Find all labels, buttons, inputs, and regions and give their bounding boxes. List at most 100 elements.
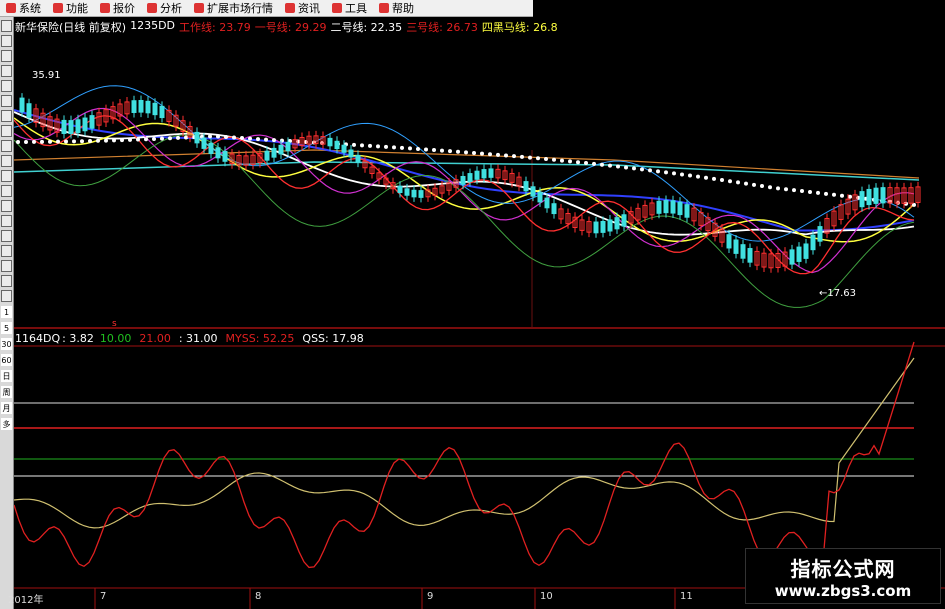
candle-body bbox=[68, 120, 74, 135]
fs-icon[interactable] bbox=[1, 290, 12, 302]
band-lower bbox=[14, 134, 915, 308]
candle-body bbox=[859, 191, 865, 208]
dot-marker bbox=[536, 156, 540, 161]
candle-body bbox=[285, 141, 291, 152]
candle-body bbox=[474, 170, 480, 180]
dot-marker bbox=[848, 194, 852, 199]
line-value: 23.79 bbox=[215, 21, 251, 34]
header-line-2: 二号线: 22.35 bbox=[330, 19, 406, 34]
period-button[interactable]: 60 bbox=[1, 354, 12, 366]
indicator-header: 1164DQ : 3.82 10.00 21.00: 31.00 MYSS: 52.… bbox=[15, 332, 372, 346]
candle-body bbox=[747, 248, 753, 263]
dot-marker bbox=[488, 152, 492, 157]
bar-icon[interactable] bbox=[1, 170, 12, 182]
candle-body bbox=[467, 173, 473, 182]
lower-param: MYSS: 52.25 bbox=[225, 332, 295, 345]
candle-body bbox=[404, 188, 410, 196]
zoom-icon[interactable] bbox=[1, 35, 12, 47]
list-icon[interactable] bbox=[1, 125, 12, 137]
rsi-icon[interactable] bbox=[1, 260, 12, 272]
candle-body bbox=[341, 144, 347, 153]
book-icon[interactable] bbox=[1, 230, 12, 242]
dot-marker bbox=[96, 138, 100, 143]
box-icon[interactable] bbox=[1, 95, 12, 107]
candle-body bbox=[215, 147, 221, 159]
dot-marker bbox=[640, 167, 644, 172]
cross-icon[interactable] bbox=[1, 185, 12, 197]
dot-marker bbox=[824, 191, 828, 196]
dot-marker bbox=[800, 189, 804, 194]
candle-body bbox=[152, 102, 158, 116]
dot-marker bbox=[256, 137, 260, 142]
high-label: 35.91 bbox=[32, 70, 61, 81]
dot-marker bbox=[216, 134, 220, 139]
candle-body bbox=[873, 187, 879, 204]
candle-body bbox=[411, 189, 417, 198]
pie-icon[interactable] bbox=[1, 200, 12, 212]
dot-marker bbox=[720, 178, 724, 183]
vol-icon[interactable] bbox=[1, 275, 12, 287]
dot-marker bbox=[832, 192, 836, 197]
period-button[interactable]: 多 bbox=[1, 418, 12, 430]
low-label: ←17.63 bbox=[819, 288, 856, 299]
lower-param: QSS: 17.98 bbox=[302, 332, 364, 345]
dot-marker bbox=[448, 149, 452, 154]
dot-marker bbox=[784, 187, 788, 192]
period-button[interactable]: 1 bbox=[1, 306, 12, 318]
dot-marker bbox=[360, 143, 364, 148]
price-header: 新华保险(日线 前复权) 1235DD 工作线: 23.79 一号线: 29.29… bbox=[15, 19, 562, 34]
dot-marker bbox=[648, 168, 652, 173]
candle-body bbox=[607, 219, 613, 232]
star-icon[interactable] bbox=[1, 215, 12, 227]
candle-body bbox=[656, 200, 662, 214]
price-chart: 35.91 ←17.63 s bbox=[14, 70, 945, 609]
period-button[interactable]: 日 bbox=[1, 370, 12, 382]
line-label: 二号线: bbox=[330, 21, 368, 34]
dot-marker bbox=[664, 170, 668, 175]
ma-magenta bbox=[14, 107, 915, 274]
line-value: 29.29 bbox=[291, 21, 327, 34]
candle-body bbox=[278, 144, 284, 155]
line-label: 三号线: bbox=[406, 21, 443, 34]
dot-marker bbox=[680, 172, 684, 177]
dot-marker bbox=[760, 184, 764, 189]
line-label: 一号线: bbox=[254, 21, 292, 34]
dot-marker bbox=[232, 135, 236, 140]
dot-marker bbox=[224, 134, 228, 139]
dot-marker bbox=[408, 146, 412, 151]
period-button[interactable]: 30 bbox=[1, 338, 12, 350]
dot-marker bbox=[272, 138, 276, 143]
chart-icon[interactable] bbox=[1, 110, 12, 122]
line-icon[interactable] bbox=[1, 50, 12, 62]
period-button[interactable]: 周 bbox=[1, 386, 12, 398]
calc-icon[interactable] bbox=[1, 245, 12, 257]
candle-body bbox=[138, 99, 144, 113]
candle-body bbox=[614, 217, 620, 230]
myss-line bbox=[14, 341, 915, 569]
lower-indicator-name: 1164DQ bbox=[15, 332, 61, 345]
flag-icon[interactable] bbox=[1, 140, 12, 152]
cursor-icon[interactable] bbox=[1, 20, 12, 32]
dot-marker bbox=[72, 139, 76, 144]
candle-body bbox=[684, 204, 690, 218]
period-button[interactable]: 5 bbox=[1, 322, 12, 334]
dot-marker bbox=[376, 144, 380, 149]
candle-body bbox=[82, 117, 88, 132]
dot-marker bbox=[568, 159, 572, 164]
dot-marker bbox=[240, 136, 244, 141]
qss-line bbox=[14, 357, 915, 529]
dot-marker bbox=[16, 139, 20, 144]
candle-body bbox=[789, 249, 795, 265]
line-label: 工作线: bbox=[179, 21, 216, 34]
grid-icon[interactable] bbox=[1, 65, 12, 77]
dot-marker bbox=[472, 150, 476, 155]
candle-body bbox=[271, 147, 277, 158]
candle-body bbox=[621, 214, 627, 227]
pen-icon[interactable] bbox=[1, 80, 12, 92]
watermark-title: 指标公式网 bbox=[790, 556, 896, 581]
period-button[interactable]: 月 bbox=[1, 402, 12, 414]
left-toolbar: 1 5 30 60 日周月多 bbox=[0, 17, 14, 609]
candle-body bbox=[866, 188, 872, 206]
line-label: 四黑马线: bbox=[481, 21, 530, 34]
info-icon[interactable] bbox=[1, 155, 12, 167]
